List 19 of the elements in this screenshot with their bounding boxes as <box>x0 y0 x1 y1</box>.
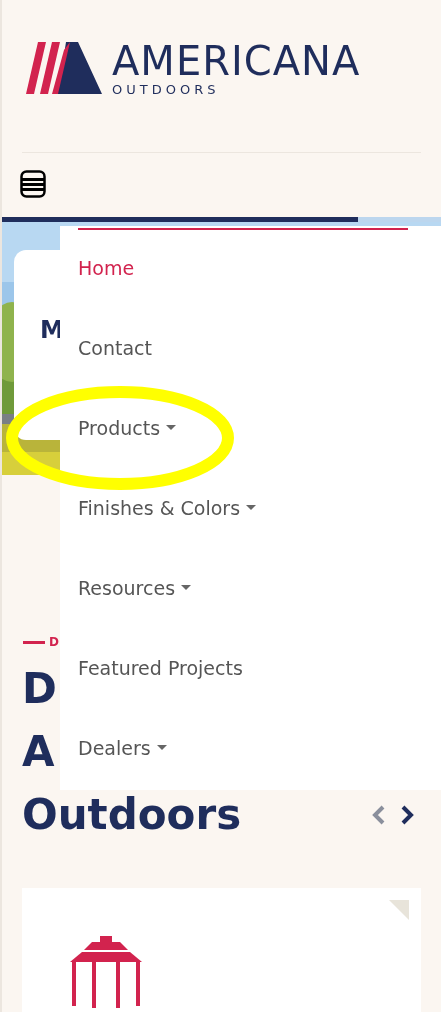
menu-item[interactable]: Dealers <box>60 708 441 788</box>
menu-item[interactable]: Products <box>60 388 441 468</box>
section-heading: A <box>22 730 55 773</box>
logo-tagline: OUTDOORS <box>112 82 221 96</box>
corner-icon <box>389 900 409 920</box>
eyebrow-text: D <box>49 635 59 649</box>
section-heading: Outdoors <box>22 793 242 836</box>
next-button[interactable] <box>399 803 415 826</box>
logo-wordmark: AMERICANA <box>112 40 361 81</box>
section-heading: D <box>22 667 57 710</box>
menu-item[interactable]: Finishes & Colors <box>60 468 441 548</box>
menu-button[interactable] <box>20 169 48 199</box>
eyebrow-line <box>23 640 45 644</box>
menu-item[interactable]: Home <box>60 228 441 308</box>
logo-icon <box>26 42 102 94</box>
gazebo-icon <box>70 936 142 1008</box>
menu-item[interactable]: Resources <box>60 548 441 628</box>
menu-item[interactable]: Contact <box>60 308 441 388</box>
menu-item[interactable]: Featured Projects <box>60 628 441 708</box>
